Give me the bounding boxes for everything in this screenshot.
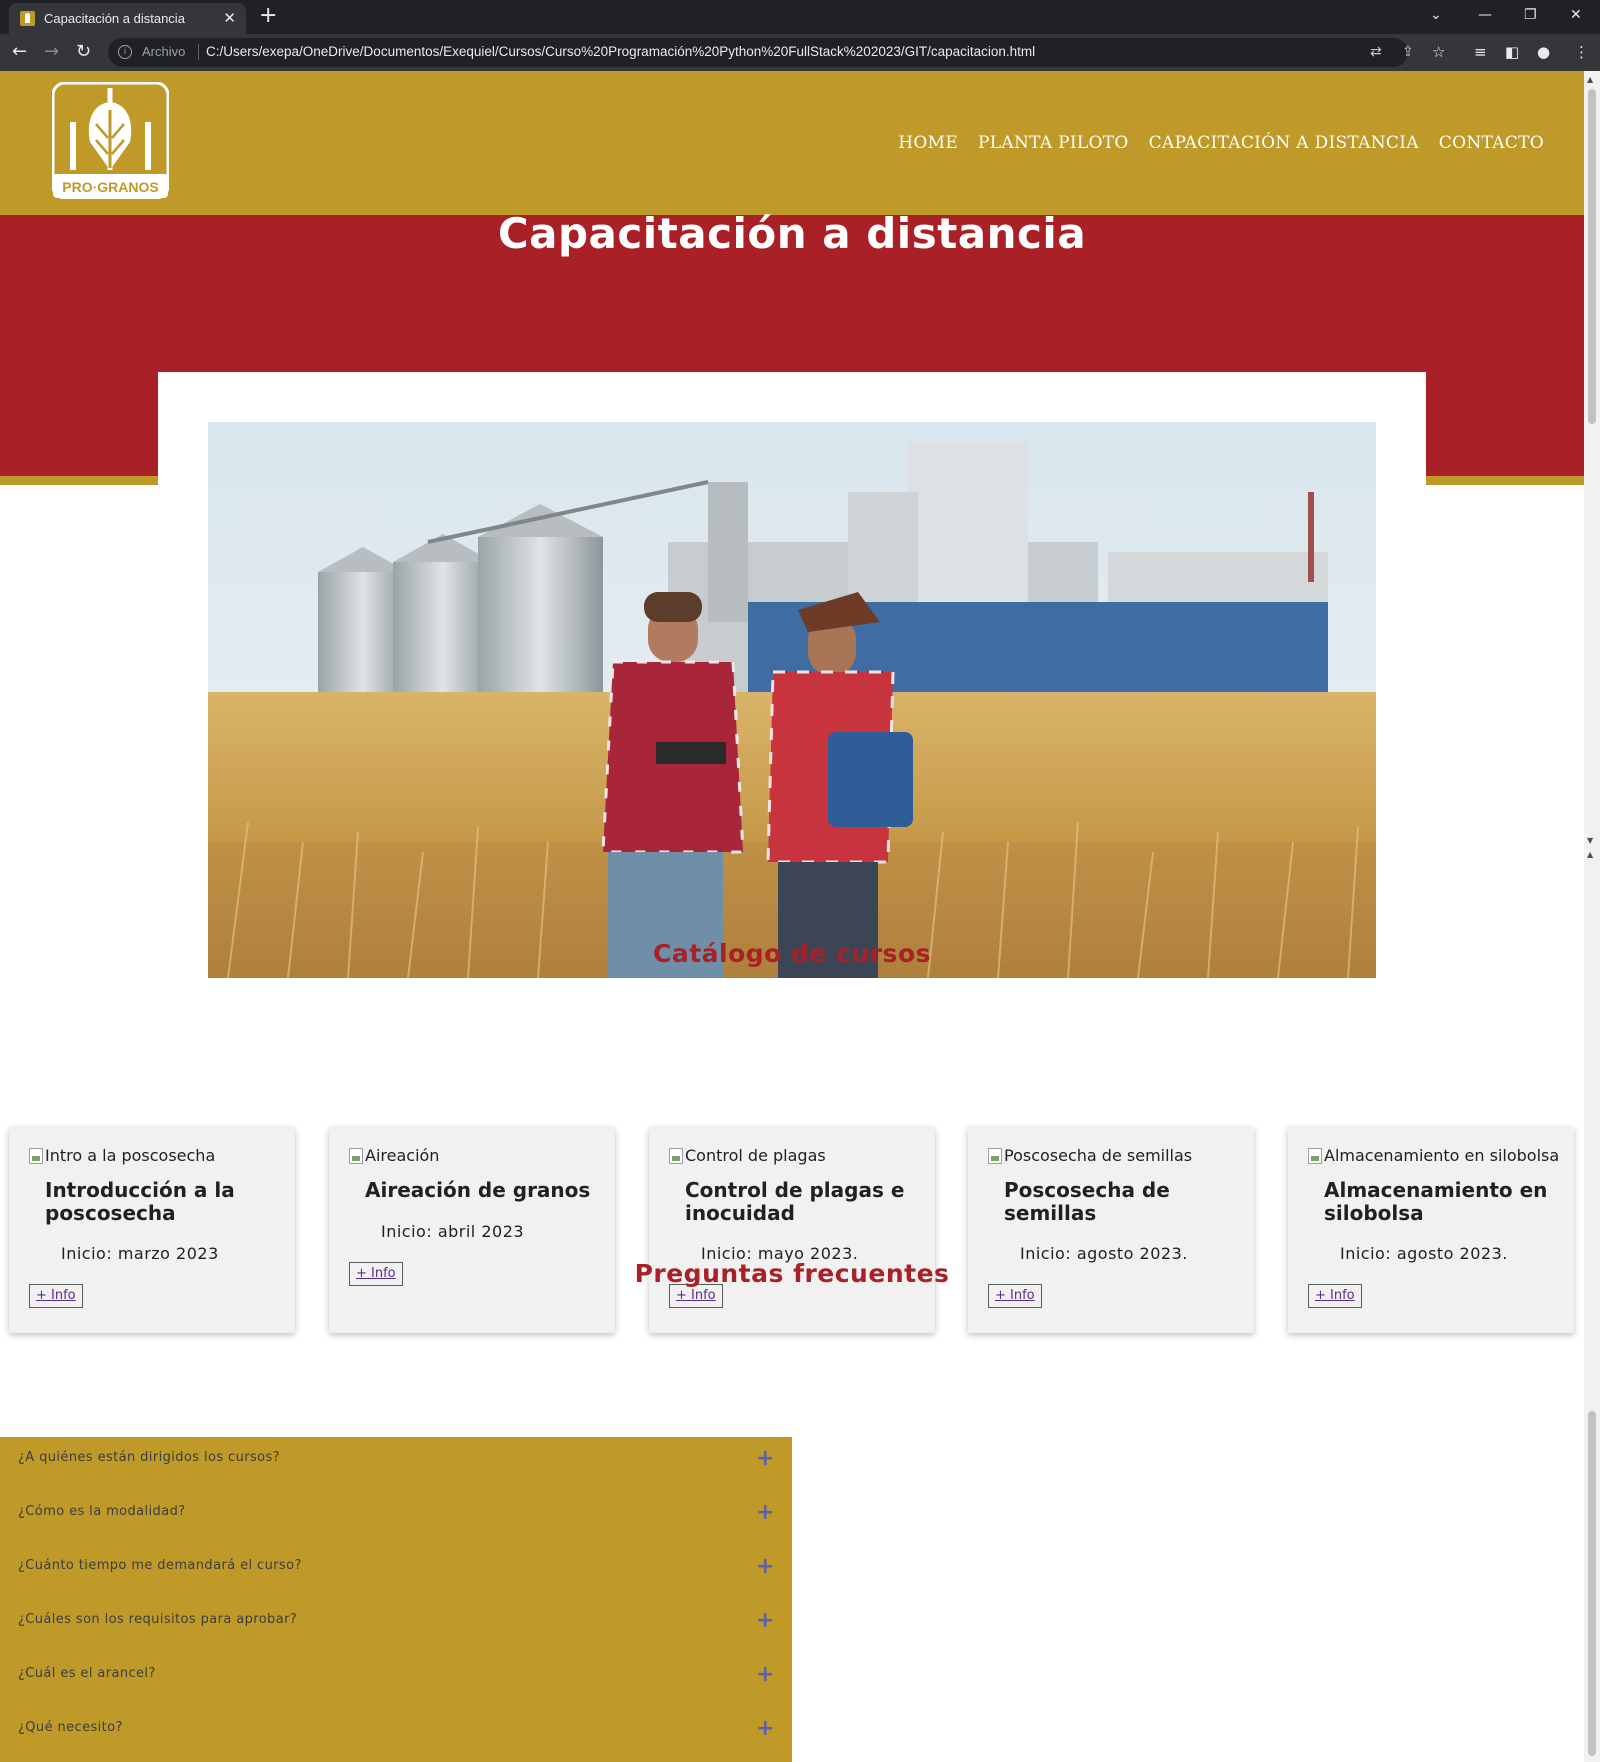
broken-image-icon [349, 1147, 363, 1164]
wheat-logo-icon: PRO·GRANOS [51, 81, 170, 200]
logo-text: PRO·GRANOS [62, 179, 158, 195]
faq-question: ¿Qué necesito? [18, 1720, 123, 1735]
address-bar[interactable]: i Archivo C:/Users/exepa/OneDrive/Docume… [108, 38, 1414, 67]
tab-title: Capacitación a distancia [44, 11, 185, 26]
course-image: Control de plagas [669, 1146, 826, 1165]
nav-contacto[interactable]: CONTACTO [1439, 133, 1544, 153]
course-image: Almacenamiento en silobolsa [1308, 1146, 1559, 1165]
side-panel-icon[interactable]: ◧ [1505, 42, 1519, 62]
nav-home[interactable]: HOME [898, 133, 958, 153]
tab-search-icon[interactable]: ⌄ [1430, 4, 1442, 26]
url-separator [198, 44, 199, 60]
course-title: Introducción a la poscosecha [45, 1178, 235, 1225]
expand-plus-icon[interactable]: + [756, 1610, 774, 1632]
faq-title: Preguntas frecuentes [634, 1259, 950, 1288]
broken-image-icon [669, 1147, 683, 1164]
main-nav: HOME PLANTA PILOTO CAPACITACIÓN A DISTAN… [898, 133, 1544, 153]
course-card: Aireación Aireación de granos Inicio: ab… [329, 1127, 615, 1333]
course-image: Poscosecha de semillas [988, 1146, 1192, 1165]
minimize-icon[interactable]: — [1478, 4, 1492, 26]
course-start-date: Inicio: abril 2023 [381, 1222, 525, 1241]
browser-tabstrip: Capacitación a distancia ✕ + ⌄ — ❐ ✕ [0, 0, 1600, 34]
faq-accordion: ¿A quiénes están dirigidos los cursos? +… [0, 1437, 792, 1762]
course-title: Control de plagas e inocuidad [685, 1178, 905, 1225]
faq-question: ¿A quiénes están dirigidos los cursos? [18, 1450, 280, 1465]
nav-capacitacion[interactable]: CAPACITACIÓN A DISTANCIA [1149, 133, 1419, 153]
faq-item[interactable]: ¿A quiénes están dirigidos los cursos? + [0, 1437, 792, 1491]
back-icon[interactable]: ← [12, 41, 27, 63]
course-title: Poscosecha de semillas [1004, 1178, 1170, 1225]
forward-icon[interactable]: → [44, 41, 59, 63]
scroll-up-arrow-icon[interactable]: ▲ [1587, 850, 1593, 859]
broken-image-icon [29, 1147, 43, 1164]
page-title: Capacitación a distancia [497, 209, 1087, 258]
info-icon[interactable]: i [118, 45, 132, 59]
browser-tab[interactable]: Capacitación a distancia ✕ [9, 3, 246, 34]
course-card: Almacenamiento en silobolsa Almacenamien… [1288, 1127, 1574, 1333]
nav-planta-piloto[interactable]: PLANTA PILOTO [978, 133, 1129, 153]
vertical-scrollbar[interactable]: ▲ ▼ ▲ [1584, 71, 1600, 1762]
hero-photo-farmers-wheat-field [208, 422, 1376, 978]
faq-question: ¿Cuánto tiempo me demandará el curso? [18, 1558, 302, 1573]
course-title: Almacenamiento en silobolsa [1324, 1178, 1548, 1225]
translate-icon[interactable]: ⇄ [1370, 43, 1382, 61]
close-window-icon[interactable]: ✕ [1570, 4, 1582, 26]
scroll-down-arrow-icon[interactable]: ▼ [1587, 836, 1593, 845]
restore-icon[interactable]: ❐ [1524, 4, 1537, 26]
faq-item[interactable]: ¿Cuál es el arancel? + [0, 1653, 792, 1707]
course-card: Control de plagas Control de plagas e in… [649, 1127, 935, 1333]
expand-plus-icon[interactable]: + [756, 1718, 774, 1740]
reload-icon[interactable]: ↻ [76, 41, 91, 63]
pro-granos-logo[interactable]: PRO·GRANOS [51, 81, 170, 200]
faq-item[interactable]: ¿Qué necesito? + [0, 1707, 792, 1761]
scroll-up-arrow-icon[interactable]: ▲ [1587, 75, 1593, 84]
faq-item[interactable]: ¿Cuáles son los requisitos para aprobar?… [0, 1599, 792, 1653]
course-card: Poscosecha de semillas Poscosecha de sem… [968, 1127, 1254, 1333]
hero-card [158, 372, 1426, 1002]
media-control-icon[interactable]: ≡ [1474, 42, 1487, 62]
new-tab-icon[interactable]: + [259, 4, 277, 28]
course-card: Intro a la poscosecha Introducción a la … [9, 1127, 295, 1333]
catalog-title: Catálogo de cursos [653, 939, 931, 968]
faq-question: ¿Cómo es la modalidad? [18, 1504, 186, 1519]
expand-plus-icon[interactable]: + [756, 1664, 774, 1686]
scrollbar-thumb[interactable] [1588, 1411, 1596, 1756]
course-image: Aireación [349, 1146, 439, 1165]
faq-question: ¿Cuál es el arancel? [18, 1666, 156, 1681]
close-tab-icon[interactable]: ✕ [223, 9, 236, 27]
expand-plus-icon[interactable]: + [756, 1502, 774, 1524]
page-viewport: PRO·GRANOS HOME PLANTA PILOTO CAPACITACI… [0, 71, 1584, 1762]
broken-image-icon [988, 1147, 1002, 1164]
share-icon[interactable]: ⇪ [1402, 43, 1414, 61]
expand-plus-icon[interactable]: + [756, 1448, 774, 1470]
faq-question: ¿Cuáles son los requisitos para aprobar? [18, 1612, 298, 1627]
scheme-label: Archivo [142, 44, 186, 59]
course-title: Aireación de granos [365, 1178, 591, 1202]
expand-plus-icon[interactable]: + [756, 1556, 774, 1578]
browser-toolbar: ← → ↻ i Archivo C:/Users/exepa/OneDrive/… [0, 34, 1600, 71]
bookmark-star-icon[interactable]: ☆ [1432, 42, 1445, 62]
scrollbar-thumb[interactable] [1588, 89, 1596, 424]
broken-image-icon [1308, 1147, 1322, 1164]
favicon-icon [20, 11, 35, 26]
faq-item[interactable]: ¿Cómo es la modalidad? + [0, 1491, 792, 1545]
url-text[interactable]: C:/Users/exepa/OneDrive/Documentos/Exequ… [206, 44, 1035, 59]
profile-icon[interactable]: ● [1537, 42, 1550, 62]
site-header: PRO·GRANOS HOME PLANTA PILOTO CAPACITACI… [0, 71, 1584, 215]
menu-icon[interactable]: ⋮ [1574, 42, 1589, 62]
faq-item[interactable]: ¿Cuánto tiempo me demandará el curso? + [0, 1545, 792, 1599]
course-image: Intro a la poscosecha [29, 1146, 215, 1165]
